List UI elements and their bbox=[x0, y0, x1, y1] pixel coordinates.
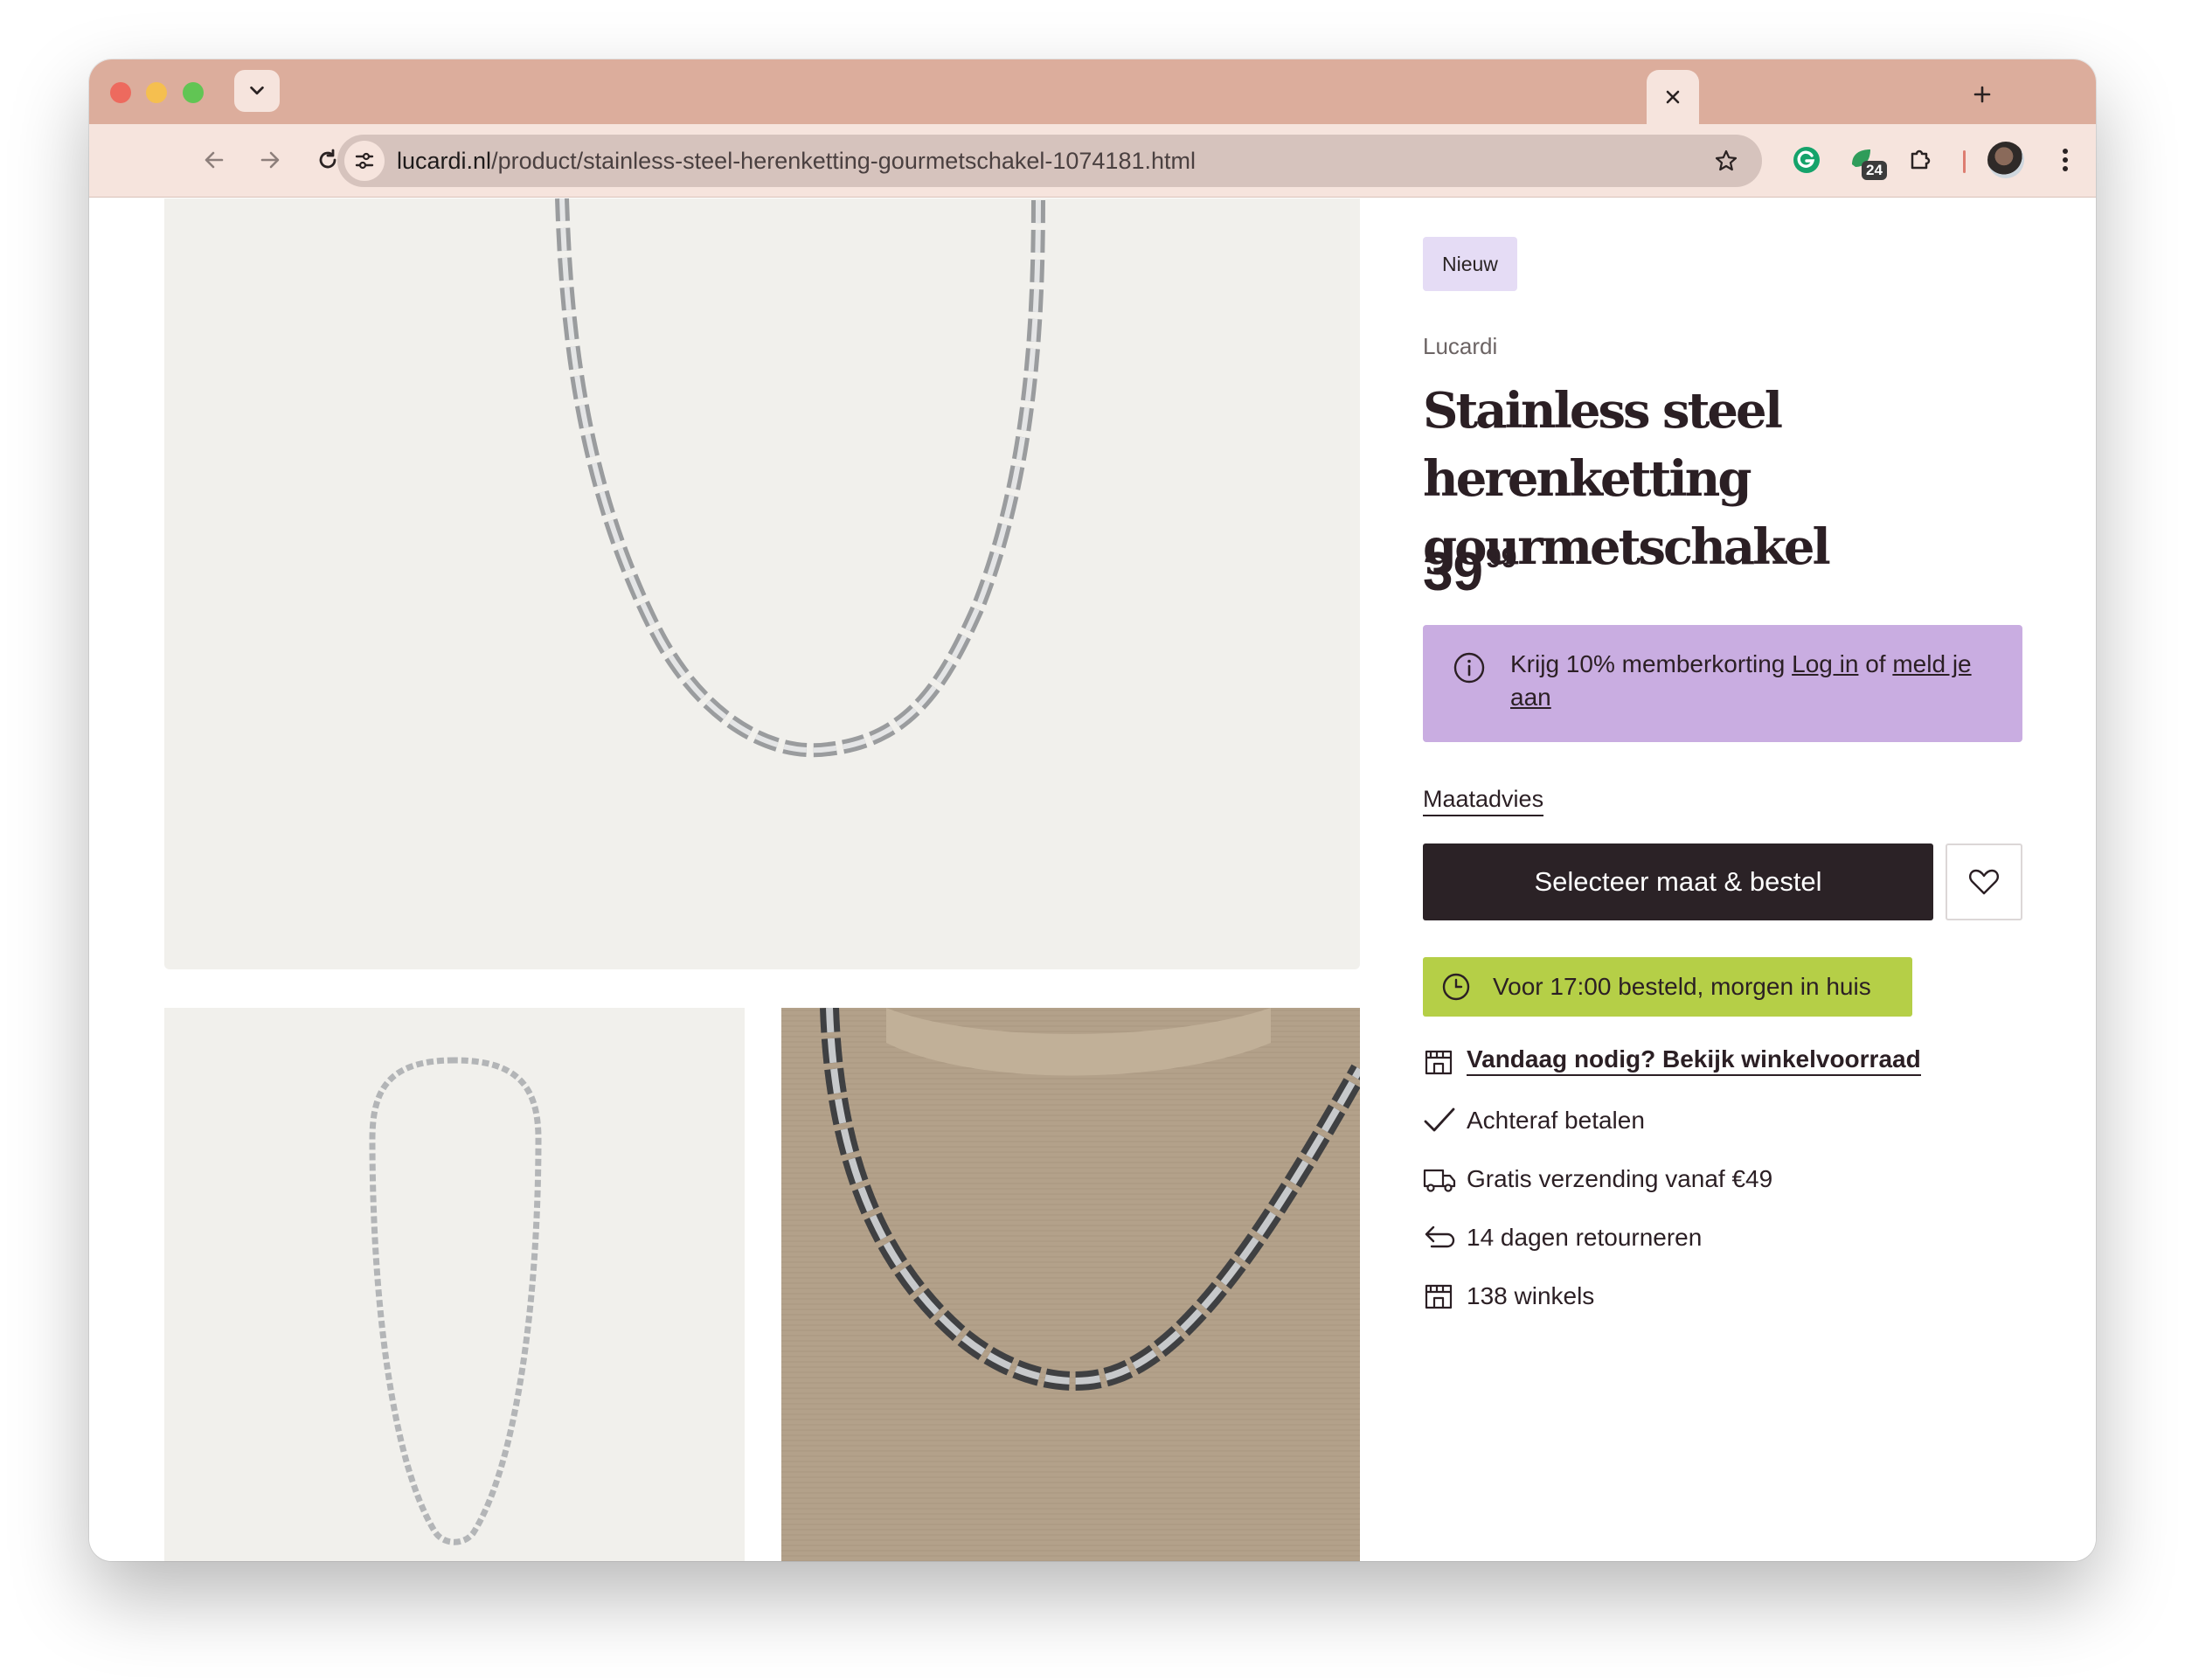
url-path: /product/stainless-steel-herenketting-go… bbox=[491, 148, 1196, 174]
browser-menu-button[interactable] bbox=[2045, 140, 2085, 180]
product-brand[interactable]: Lucardi bbox=[1423, 333, 1497, 360]
member-or-text: of bbox=[1865, 650, 1886, 677]
minimize-window-button[interactable] bbox=[146, 82, 167, 103]
store-icon bbox=[1425, 1284, 1453, 1309]
usp-label: Achteraf betalen bbox=[1467, 1107, 1645, 1134]
browser-window: lucardi.nl/product/stainless-steel-heren… bbox=[89, 59, 2096, 1561]
browser-toolbar: lucardi.nl/product/stainless-steel-heren… bbox=[89, 124, 2096, 198]
new-tab-button[interactable] bbox=[1963, 75, 2001, 114]
member-discount-banner: Krijg 10% memberkorting Log in of meld j… bbox=[1423, 625, 2022, 742]
star-icon bbox=[1715, 149, 1738, 171]
store-icon bbox=[1425, 1050, 1453, 1075]
product-image-worn[interactable] bbox=[781, 1008, 1360, 1561]
arrow-left-icon bbox=[205, 151, 224, 169]
select-size-order-button[interactable]: Selecteer maat & bestel bbox=[1423, 843, 1933, 920]
url-host: lucardi.nl bbox=[397, 148, 492, 174]
tab-bar bbox=[89, 59, 2096, 124]
url-text[interactable]: lucardi.nl/product/stainless-steel-heren… bbox=[397, 135, 1196, 187]
size-advice-link[interactable]: Maatadvies bbox=[1423, 786, 1544, 816]
extension-badge-button[interactable]: 24 bbox=[1842, 140, 1887, 180]
close-window-button[interactable] bbox=[110, 82, 131, 103]
login-link[interactable]: Log in bbox=[1792, 650, 1858, 677]
info-icon bbox=[1453, 652, 1485, 684]
arrow-right-icon bbox=[260, 151, 280, 169]
usp-store-stock[interactable]: Vandaag nodig? Bekijk winkelvoorraad bbox=[1423, 1045, 2026, 1080]
delivery-banner: Voor 17:00 besteld, morgen in huis bbox=[1423, 957, 1912, 1017]
clock-icon bbox=[1442, 973, 1470, 1001]
site-info-button[interactable] bbox=[344, 141, 385, 181]
plus-icon bbox=[1973, 86, 1991, 103]
usp-stores: 138 winkels bbox=[1423, 1279, 2026, 1314]
extensions-button[interactable] bbox=[1900, 140, 1940, 180]
back-button[interactable] bbox=[194, 140, 234, 180]
store-stock-link[interactable]: Vandaag nodig? Bekijk winkelvoorraad bbox=[1467, 1045, 1921, 1076]
close-icon[interactable] bbox=[1664, 88, 1682, 106]
worn-necklace-image bbox=[781, 1008, 1360, 1561]
profile-avatar[interactable] bbox=[1987, 142, 2024, 178]
price-whole: 39 bbox=[1423, 542, 1483, 602]
chevron-down-icon bbox=[250, 86, 264, 95]
necklace-image bbox=[555, 198, 1045, 758]
member-discount-text: Krijg 10% memberkorting Log in of meld j… bbox=[1510, 648, 2000, 714]
active-tab[interactable] bbox=[1647, 70, 1699, 124]
usp-label: 138 winkels bbox=[1467, 1282, 1595, 1309]
usp-returns: 14 dagen retourneren bbox=[1423, 1220, 2026, 1255]
wishlist-button[interactable] bbox=[1946, 843, 2022, 920]
tune-icon bbox=[355, 152, 374, 170]
usp-free-shipping: Gratis verzending vanaf €49 bbox=[1423, 1162, 2026, 1197]
usp-label: Gratis verzending vanaf €49 bbox=[1467, 1165, 1773, 1192]
forward-button[interactable] bbox=[250, 140, 290, 180]
check-icon bbox=[1424, 1107, 1455, 1132]
product-image-main[interactable] bbox=[164, 198, 1360, 969]
price-cents: 99 bbox=[1485, 542, 1517, 573]
member-discount-label: Krijg 10% memberkorting bbox=[1510, 650, 1786, 677]
more-vertical-icon bbox=[2063, 149, 2068, 171]
address-bar[interactable]: lucardi.nl/product/stainless-steel-heren… bbox=[337, 135, 1762, 187]
long-necklace-image bbox=[369, 1057, 542, 1545]
usp-pay-later: Achteraf betalen bbox=[1423, 1103, 2026, 1138]
return-icon bbox=[1425, 1225, 1455, 1248]
heart-icon bbox=[1969, 869, 1999, 895]
delivery-text: Voor 17:00 besteld, morgen in huis bbox=[1493, 973, 1871, 1000]
page-content: Nieuw Lucardi Stainless steel herenketti… bbox=[89, 198, 2096, 1561]
extension-count-badge: 24 bbox=[1862, 161, 1887, 180]
reload-icon bbox=[319, 149, 336, 169]
grammarly-extension-button[interactable] bbox=[1786, 140, 1827, 180]
maximize-window-button[interactable] bbox=[183, 82, 204, 103]
product-price: 3999 bbox=[1423, 541, 1517, 603]
truck-icon bbox=[1423, 1169, 1456, 1192]
grammarly-icon bbox=[1793, 147, 1820, 173]
bookmark-button[interactable] bbox=[1708, 142, 1745, 179]
new-badge: Nieuw bbox=[1423, 237, 1517, 291]
tab-search-button[interactable] bbox=[234, 70, 280, 112]
usp-label: 14 dagen retourneren bbox=[1467, 1224, 1703, 1251]
product-image-full-length[interactable] bbox=[164, 1008, 745, 1561]
toolbar-separator bbox=[1963, 150, 1966, 173]
puzzle-icon bbox=[1911, 149, 1931, 170]
